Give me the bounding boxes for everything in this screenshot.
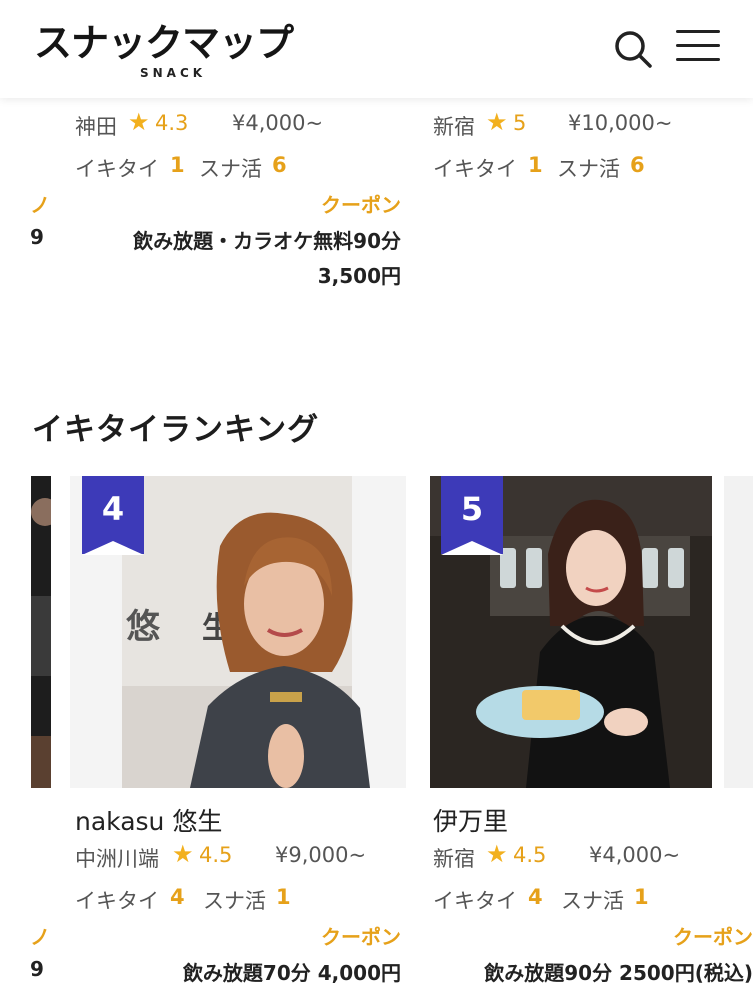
svg-text:悠: 悠 [126,607,161,647]
shop-rating: 5 [513,111,527,135]
shop-rating: 4.5 [513,843,547,867]
shop-price: ¥10,000~ [568,111,673,135]
ikitai-count: 4 [170,885,185,909]
shop-price: ¥9,000~ [275,843,367,867]
coupon-label: クーポン [321,193,401,217]
shop-area: 神田 [75,115,117,139]
coupon-label: クーポン [673,925,753,949]
shop-name: nakasu 悠生 [75,807,223,836]
rank-number: 4 [101,490,125,528]
ikitai-count: 1 [528,153,543,177]
partial-card-edge: 9 [30,225,44,249]
sunakatsu-count: 6 [272,153,287,177]
sunakatsu-label: スナ活 [557,157,620,181]
shop-name: 伊万里 [433,807,509,836]
site-header: スナックマップ SNACK [0,0,753,98]
rank-ribbon: 4 [82,476,144,555]
ikitai-label: イキタイ [433,157,517,181]
coupon-label: クーポン [321,925,401,949]
coupon-price: 3,500円 [317,264,401,288]
shop-area: 新宿 [433,115,475,139]
rank-ribbon: 5 [441,476,503,555]
coupon-text: 飲み放題90分 2500円(税込) [484,961,753,985]
coupon-text: 飲み放題70分 4,000円 [182,961,401,985]
logo-text: スナックマップ [34,21,294,65]
star-icon: ★ [486,840,508,868]
partial-card-edge: ノ [30,193,50,217]
sunakatsu-label: スナ活 [561,889,624,913]
ranking-section-title: イキタイランキング [32,412,320,448]
star-icon: ★ [486,108,508,136]
star-icon: ★ [172,840,194,868]
partial-card-edge: ノ [30,925,50,949]
ikitai-label: イキタイ [75,157,159,181]
ikitai-count: 4 [528,885,543,909]
sunakatsu-label: スナ活 [203,889,266,913]
shop-area: 新宿 [433,847,475,871]
sunakatsu-count: 1 [276,885,291,909]
hamburger-menu-icon[interactable] [676,30,724,66]
sunakatsu-count: 6 [630,153,645,177]
partial-card-edge: 9 [30,957,44,981]
ikitai-label: イキタイ [433,889,517,913]
shop-rating: 4.3 [155,111,189,135]
sunakatsu-count: 1 [634,885,649,909]
star-icon: ★ [128,108,150,136]
ikitai-label: イキタイ [75,889,159,913]
rank-number: 5 [460,490,484,528]
partial-shop-photo[interactable] [31,476,51,788]
sunakatsu-label: スナ活 [199,157,262,181]
shop-price: ¥4,000~ [589,843,681,867]
coupon-text: 飲み放題・カラオケ無料90分 [133,229,401,253]
logo-subtext: SNACK [140,66,207,80]
shop-price: ¥4,000~ [232,111,324,135]
site-logo[interactable]: スナックマップ SNACK [34,21,294,80]
partial-shop-photo[interactable] [724,476,753,788]
shop-rating: 4.5 [199,843,233,867]
shop-area: 中洲川端 [75,847,159,871]
search-icon[interactable] [612,28,654,70]
ikitai-count: 1 [170,153,185,177]
